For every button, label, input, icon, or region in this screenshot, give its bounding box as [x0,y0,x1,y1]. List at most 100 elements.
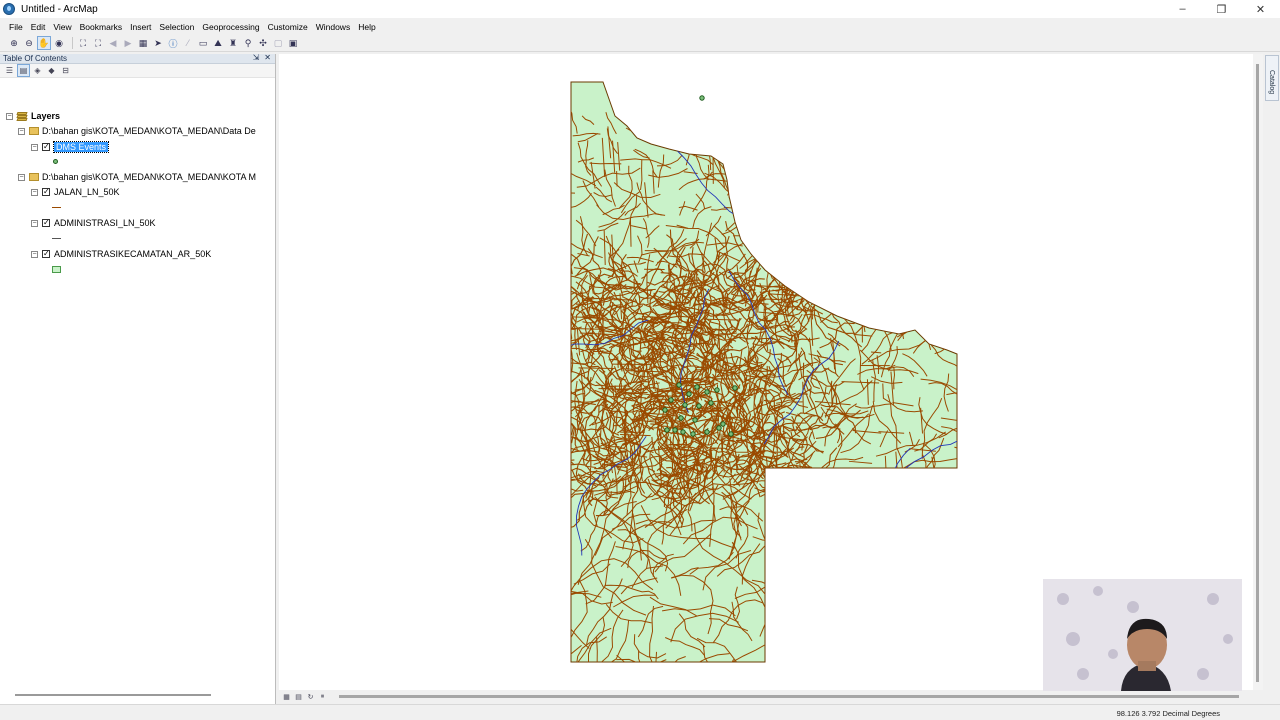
tree-row-kecamatan[interactable]: − ✓ ADMINISTRASIKECAMATAN_AR_50K [31,247,211,261]
event-point[interactable] [672,427,678,433]
layer-visibility-checkbox[interactable]: ✓ [42,250,50,258]
tree-row-folder-1[interactable]: − D:\bahan gis\KOTA_MEDAN\KOTA_MEDAN\Dat… [18,124,256,138]
road-segment [799,463,804,500]
fixed-zoom-out-icon[interactable]: ⛶ [92,37,104,49]
tree-row-administrasi-ln[interactable]: − ✓ ADMINISTRASI_LN_50K [31,216,156,230]
event-point[interactable] [704,429,710,435]
zoom-out-icon[interactable]: ⊖ [23,37,35,49]
menu-view[interactable]: View [49,22,75,32]
road-segment [530,401,551,410]
layout-view-icon[interactable]: ▤ [294,693,303,702]
full-extent-icon[interactable]: ◉ [53,37,65,49]
map-horizontal-scrollbar[interactable] [339,695,1239,698]
event-point[interactable] [676,382,682,388]
event-point[interactable] [662,407,668,413]
close-button[interactable]: ✕ [1241,0,1280,18]
pan-icon[interactable]: ✋ [37,36,51,50]
menu-insert[interactable]: Insert [126,22,155,32]
zoom-in-icon[interactable]: ⊕ [8,37,20,49]
event-point[interactable] [708,400,714,406]
layer-name-label[interactable]: ADMINISTRASIKECAMATAN_AR_50K [54,249,211,259]
layer-name-label[interactable]: DMS Events [52,141,110,153]
list-by-source-icon[interactable]: ▤ [17,64,30,77]
tree-row-jalan[interactable]: − ✓ JALAN_LN_50K [31,185,120,199]
time-slider-icon[interactable]: ✣ [257,37,269,49]
select-features-icon[interactable]: ▦ [137,37,149,49]
tree-row-dms-events[interactable]: − ✓ DMS Events [31,140,110,154]
event-point[interactable] [664,427,670,433]
event-point[interactable] [732,385,738,391]
event-point[interactable] [680,429,686,435]
menu-file[interactable]: File [5,22,27,32]
menu-customize[interactable]: Customize [264,22,312,32]
layer-name-label[interactable]: ADMINISTRASI_LN_50K [54,218,156,228]
html-popup-icon[interactable]: ⁄ [182,37,194,49]
collapse-icon[interactable]: − [18,173,25,181]
refresh-icon[interactable]: ↻ [306,693,315,702]
create-viewer-window-icon[interactable]: ▣ [287,37,299,49]
event-point[interactable] [716,425,722,431]
road-segment [644,321,682,324]
event-point[interactable] [682,402,688,408]
event-point[interactable] [690,431,696,437]
list-by-drawing-order-icon[interactable]: ☰ [4,65,15,76]
event-point[interactable] [720,421,726,427]
find-route-icon[interactable]: ♜ [227,37,239,49]
collapse-icon[interactable]: − [6,112,13,120]
options-icon[interactable]: ⊟ [60,65,71,76]
event-point[interactable] [714,387,720,393]
menu-edit[interactable]: Edit [27,22,50,32]
layer-visibility-checkbox[interactable]: ✓ [42,188,50,196]
event-point[interactable] [699,95,705,101]
road-segment [762,471,793,493]
road-segment [930,323,957,346]
event-point[interactable] [678,415,684,421]
menu-bookmarks[interactable]: Bookmarks [76,22,127,32]
catalog-side-tab[interactable]: Catalog [1265,55,1279,101]
collapse-icon[interactable]: − [31,219,38,227]
minimize-button[interactable]: – [1163,0,1202,18]
find-icon[interactable]: ⛰ [212,37,224,49]
scrollbar-thumb[interactable] [1256,64,1259,682]
pin-icon[interactable]: ⇲ [253,53,260,62]
restore-button[interactable]: ❐ [1202,0,1241,18]
measure-icon[interactable]: ▭ [197,37,209,49]
menu-help[interactable]: Help [354,22,379,32]
event-point[interactable] [728,431,734,437]
folder-icon [29,173,39,181]
tree-row-folder-2[interactable]: − D:\bahan gis\KOTA_MEDAN\KOTA_MEDAN\KOT… [18,170,256,184]
back-icon[interactable]: ◀ [107,37,119,49]
forward-icon[interactable]: ▶ [122,37,134,49]
toc-close-icon[interactable]: ✕ [264,53,271,62]
collapse-icon[interactable]: − [31,143,38,151]
collapse-icon[interactable]: − [18,127,25,135]
menu-windows[interactable]: Windows [312,22,354,32]
fixed-zoom-in-icon[interactable]: ⛶ [77,37,89,49]
select-elements-icon[interactable]: ➤ [152,37,164,49]
map-vertical-scrollbar[interactable] [1253,54,1263,690]
event-point[interactable] [696,403,702,409]
event-point[interactable] [704,389,710,395]
event-point[interactable] [692,417,698,423]
identify-icon[interactable]: ⓘ [167,37,179,49]
create-viewer-icon[interactable]: ▢ [272,37,284,49]
toc-toolbar: ☰ ▤ ◈ ◆ ⊟ [0,64,275,78]
collapse-icon[interactable]: − [31,188,38,196]
layer-visibility-checkbox[interactable]: ✓ [42,143,50,151]
tree-row-layers[interactable]: − Layers [6,109,60,123]
road-segment [758,465,826,492]
data-view-icon[interactable]: ▦ [282,693,291,702]
list-by-visibility-icon[interactable]: ◈ [32,65,43,76]
collapse-icon[interactable]: − [31,250,38,258]
toc-horizontal-scrollbar[interactable] [15,694,211,696]
event-point[interactable] [668,397,674,403]
event-point[interactable] [686,391,692,397]
menu-selection[interactable]: Selection [155,22,198,32]
list-by-selection-icon[interactable]: ◆ [46,65,57,76]
menu-geoprocessing[interactable]: Geoprocessing [198,22,263,32]
layer-visibility-checkbox[interactable]: ✓ [42,219,50,227]
event-point[interactable] [694,384,700,390]
go-to-xy-icon[interactable]: ⚲ [242,37,254,49]
layer-name-label[interactable]: JALAN_LN_50K [54,187,120,197]
pause-drawing-icon[interactable]: ⏸ [318,693,327,702]
